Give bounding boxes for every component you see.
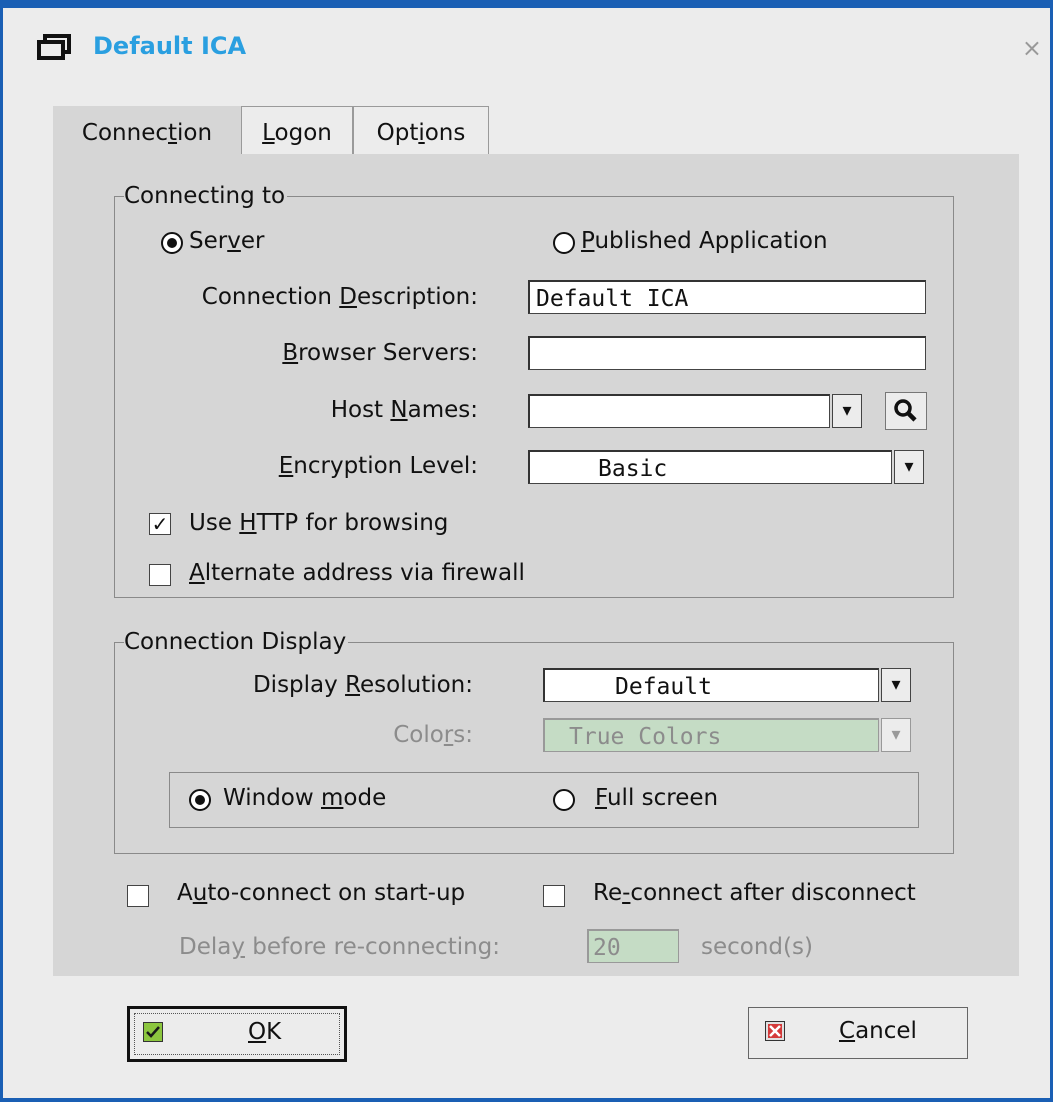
connection-display-legend: Connection Display: [124, 628, 349, 656]
window-mode-label: Window mode: [223, 785, 387, 811]
browser-servers-input[interactable]: [528, 336, 926, 370]
display-resolution-label: Display Resolution:: [252, 672, 473, 698]
connecting-to-legend: Connecting to: [124, 182, 288, 210]
server-label: Server: [189, 228, 265, 254]
auto-connect-checkbox[interactable]: [127, 885, 149, 907]
window-mode-radio[interactable]: [189, 789, 211, 811]
full-screen-radio[interactable]: [553, 789, 575, 811]
ok-button[interactable]: OK: [127, 1006, 347, 1062]
alternate-address-label: Alternate address via firewall: [189, 560, 525, 586]
colors-dropdown-icon: ▾: [881, 718, 911, 752]
window-icon: [37, 34, 71, 60]
host-names-label: Host Names:: [330, 397, 478, 423]
published-application-radio[interactable]: [553, 232, 575, 254]
cancel-label: Cancel: [839, 1018, 917, 1044]
reconnect-checkbox[interactable]: [543, 885, 565, 907]
host-names-input[interactable]: [528, 394, 830, 428]
encryption-level-dropdown-icon[interactable]: ▾: [894, 450, 924, 484]
connection-description-input[interactable]: Default ICA: [528, 280, 926, 314]
published-application-label: Published Application: [581, 228, 828, 254]
tab-logon[interactable]: Logon: [241, 106, 353, 159]
encryption-level-select[interactable]: Basic: [528, 450, 892, 484]
encryption-level-label: Encryption Level:: [278, 453, 478, 479]
use-http-checkbox[interactable]: ✓: [149, 513, 171, 535]
window-title: Default ICA: [93, 32, 247, 60]
cancel-x-icon: [765, 1021, 785, 1041]
ok-label: OK: [248, 1019, 282, 1045]
colors-label: Colors:: [393, 722, 473, 748]
reconnect-label: Re-connect after disconnect: [593, 880, 916, 906]
display-resolution-dropdown-icon[interactable]: ▾: [881, 668, 911, 702]
tab-options[interactable]: Options: [353, 106, 489, 159]
checkmark-icon: [143, 1022, 163, 1042]
server-radio[interactable]: [161, 232, 183, 254]
ok-focus-ring: [134, 1013, 340, 1055]
connection-tab-panel: Connecting to Server Published Applicati…: [53, 154, 1019, 976]
close-icon[interactable]: ×: [1022, 34, 1042, 62]
ica-dialog: Default ICA × Connection Logon Options C…: [3, 8, 1050, 1098]
seconds-label: second(s): [701, 934, 813, 960]
cancel-button[interactable]: Cancel: [748, 1007, 968, 1059]
host-names-dropdown-icon[interactable]: ▾: [832, 394, 862, 428]
title-bar: Default ICA ×: [3, 8, 1050, 88]
browser-servers-label: Browser Servers:: [282, 340, 478, 366]
display-resolution-select[interactable]: Default: [543, 668, 879, 702]
use-http-label: Use HTTP for browsing: [189, 510, 449, 536]
delay-label: Delay before re-connecting:: [179, 934, 501, 960]
colors-select[interactable]: True Colors: [543, 718, 879, 752]
full-screen-label: Full screen: [595, 785, 719, 811]
delay-input[interactable]: 20: [587, 929, 679, 963]
auto-connect-label: Auto-connect on start-up: [177, 880, 466, 906]
search-icon[interactable]: [885, 392, 927, 430]
connection-description-label: Connection Description:: [201, 284, 478, 310]
alternate-address-checkbox[interactable]: [149, 564, 171, 586]
